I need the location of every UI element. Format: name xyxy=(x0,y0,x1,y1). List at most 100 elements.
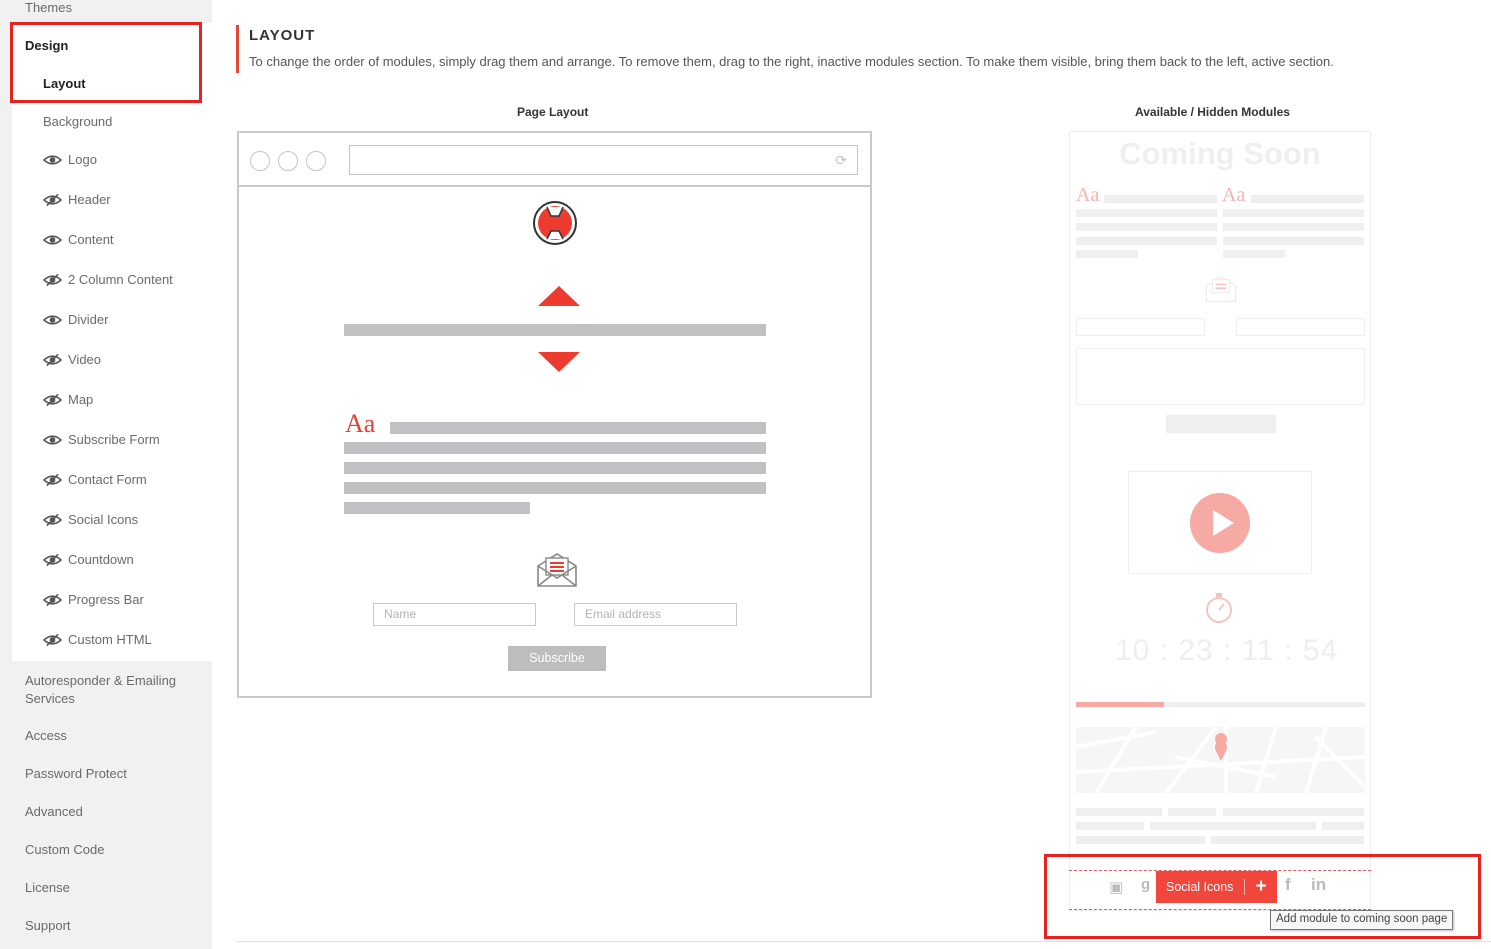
two-column-aa-icon[interactable]: Aa xyxy=(1076,184,1099,207)
placeholder-line xyxy=(1223,209,1364,217)
sidebar-sub-label: 2 Column Content xyxy=(68,272,173,287)
sidebar-sub-header[interactable]: Header xyxy=(43,192,111,207)
page-layout-title: Page Layout xyxy=(517,105,589,119)
placeholder-line xyxy=(1223,223,1364,231)
placeholder-line xyxy=(1223,808,1364,816)
sidebar-sub-map[interactable]: Map xyxy=(43,392,93,407)
logo-module-icon[interactable] xyxy=(530,201,580,247)
sidebar-sub-label: Background xyxy=(43,114,113,129)
sidebar-sub-label: Countdown xyxy=(68,552,134,567)
eye-slash-icon[interactable] xyxy=(43,353,62,366)
content-line xyxy=(344,482,766,494)
sidebar-sub-countdown[interactable]: Countdown xyxy=(43,552,134,567)
window-dot xyxy=(278,151,298,171)
contact-field xyxy=(1076,318,1205,336)
content-line xyxy=(344,442,766,454)
contact-field xyxy=(1236,318,1365,336)
play-icon[interactable] xyxy=(1190,493,1250,553)
sidebar-item-support[interactable]: Support xyxy=(25,918,71,933)
page-title: LAYOUT xyxy=(249,27,316,44)
sidebar-sub-label: Custom HTML xyxy=(68,632,152,647)
subscribe-button: Subscribe xyxy=(508,646,606,671)
sidebar-sub-label: Social Icons xyxy=(68,512,139,527)
arrow-up-icon[interactable] xyxy=(538,286,580,306)
placeholder-line xyxy=(1076,209,1217,217)
two-column-aa-icon[interactable]: Aa xyxy=(1222,184,1245,207)
sidebar-sub-subscribe-form[interactable]: Subscribe Form xyxy=(43,432,160,447)
sidebar-item-advanced[interactable]: Advanced xyxy=(25,804,83,819)
eye-icon[interactable] xyxy=(43,154,62,166)
eye-slash-icon[interactable] xyxy=(43,393,62,406)
sidebar-sub-custom-html[interactable]: Custom HTML xyxy=(43,632,152,647)
placeholder-line xyxy=(1322,822,1364,830)
sidebar-item-license[interactable]: License xyxy=(25,880,70,895)
content-line xyxy=(390,422,766,434)
sidebar-sub-label: Content xyxy=(68,232,114,247)
eye-icon[interactable] xyxy=(43,314,62,326)
placeholder-line xyxy=(1076,822,1144,830)
contact-message-field xyxy=(1076,348,1365,405)
page-description: To change the order of modules, simply d… xyxy=(249,54,1334,69)
placeholder-line xyxy=(1076,836,1205,844)
sidebar-item-access[interactable]: Access xyxy=(25,728,67,743)
sidebar-sub-background[interactable]: Background xyxy=(43,114,112,129)
placeholder-line xyxy=(1251,195,1364,203)
arrow-down-icon[interactable] xyxy=(538,352,580,372)
eye-slash-icon[interactable] xyxy=(43,513,62,526)
sidebar-sub-logo[interactable]: Logo xyxy=(43,152,97,167)
sidebar-sub-2-column-content[interactable]: 2 Column Content xyxy=(43,272,173,287)
highlight-box xyxy=(1044,854,1481,939)
placeholder-line xyxy=(1211,836,1364,844)
sidebar-sub-label: Video xyxy=(68,352,102,367)
window-dot xyxy=(306,151,326,171)
countdown-preview[interactable]: 10 : 23 : 11 : 54 xyxy=(1115,634,1338,668)
page-layout-frame: ⟳ Aa Name Email address Subscribe xyxy=(237,131,872,698)
sidebar-sub-divider[interactable]: Divider xyxy=(43,312,108,327)
sidebar-sub-label: Progress Bar xyxy=(68,592,144,607)
email-field: Email address xyxy=(574,603,737,626)
placeholder-line xyxy=(1076,237,1217,245)
eye-slash-icon[interactable] xyxy=(43,633,62,646)
name-field: Name xyxy=(373,603,536,626)
sidebar-sub-contact-form[interactable]: Contact Form xyxy=(43,472,147,487)
eye-slash-icon[interactable] xyxy=(43,593,62,606)
placeholder-line xyxy=(1223,250,1285,258)
sidebar-sub-progress-bar[interactable]: Progress Bar xyxy=(43,592,144,607)
sidebar-sub-label: Divider xyxy=(68,312,109,327)
content-line xyxy=(344,502,530,514)
sidebar-sub-label: Map xyxy=(68,392,94,407)
sidebar-item-autoresponder[interactable]: Autoresponder & Emailing Services xyxy=(25,672,200,708)
placeholder-line xyxy=(1076,250,1138,258)
placeholder-line xyxy=(1104,195,1217,203)
envelope-icon[interactable] xyxy=(535,551,579,589)
content-line xyxy=(344,462,766,474)
sidebar-sub-label: Contact Form xyxy=(68,472,147,487)
map-module[interactable] xyxy=(1076,727,1365,793)
window-dot xyxy=(250,151,270,171)
progress-fill xyxy=(1076,702,1164,707)
sidebar-item-password-protect[interactable]: Password Protect xyxy=(25,766,127,781)
header-accent-bar xyxy=(236,25,239,73)
sidebar-sub-label: Subscribe Form xyxy=(68,432,160,447)
divider xyxy=(236,941,1491,942)
eye-icon[interactable] xyxy=(43,434,62,446)
eye-slash-icon[interactable] xyxy=(43,553,62,566)
highlight-box xyxy=(10,22,202,103)
sidebar-sub-social-icons[interactable]: Social Icons xyxy=(43,512,138,527)
sidebar-item-custom-code[interactable]: Custom Code xyxy=(25,842,104,857)
content-aa-icon[interactable]: Aa xyxy=(345,409,375,439)
coming-soon-preview[interactable]: Coming Soon xyxy=(1070,136,1370,172)
sidebar-sub-label: Header xyxy=(68,192,111,207)
eye-slash-icon[interactable] xyxy=(43,193,62,206)
sidebar-sub-video[interactable]: Video xyxy=(43,352,101,367)
sidebar-item-themes[interactable]: Themes xyxy=(25,0,72,15)
sidebar-sub-label: Logo xyxy=(68,152,97,167)
eye-slash-icon[interactable] xyxy=(43,273,62,286)
contact-envelope-icon[interactable] xyxy=(1204,274,1238,304)
sidebar-sub-content[interactable]: Content xyxy=(43,232,114,247)
eye-slash-icon[interactable] xyxy=(43,473,62,486)
stopwatch-icon[interactable] xyxy=(1204,591,1234,625)
url-bar: ⟳ xyxy=(349,145,858,175)
eye-icon[interactable] xyxy=(43,234,62,246)
placeholder-line xyxy=(1168,808,1216,816)
